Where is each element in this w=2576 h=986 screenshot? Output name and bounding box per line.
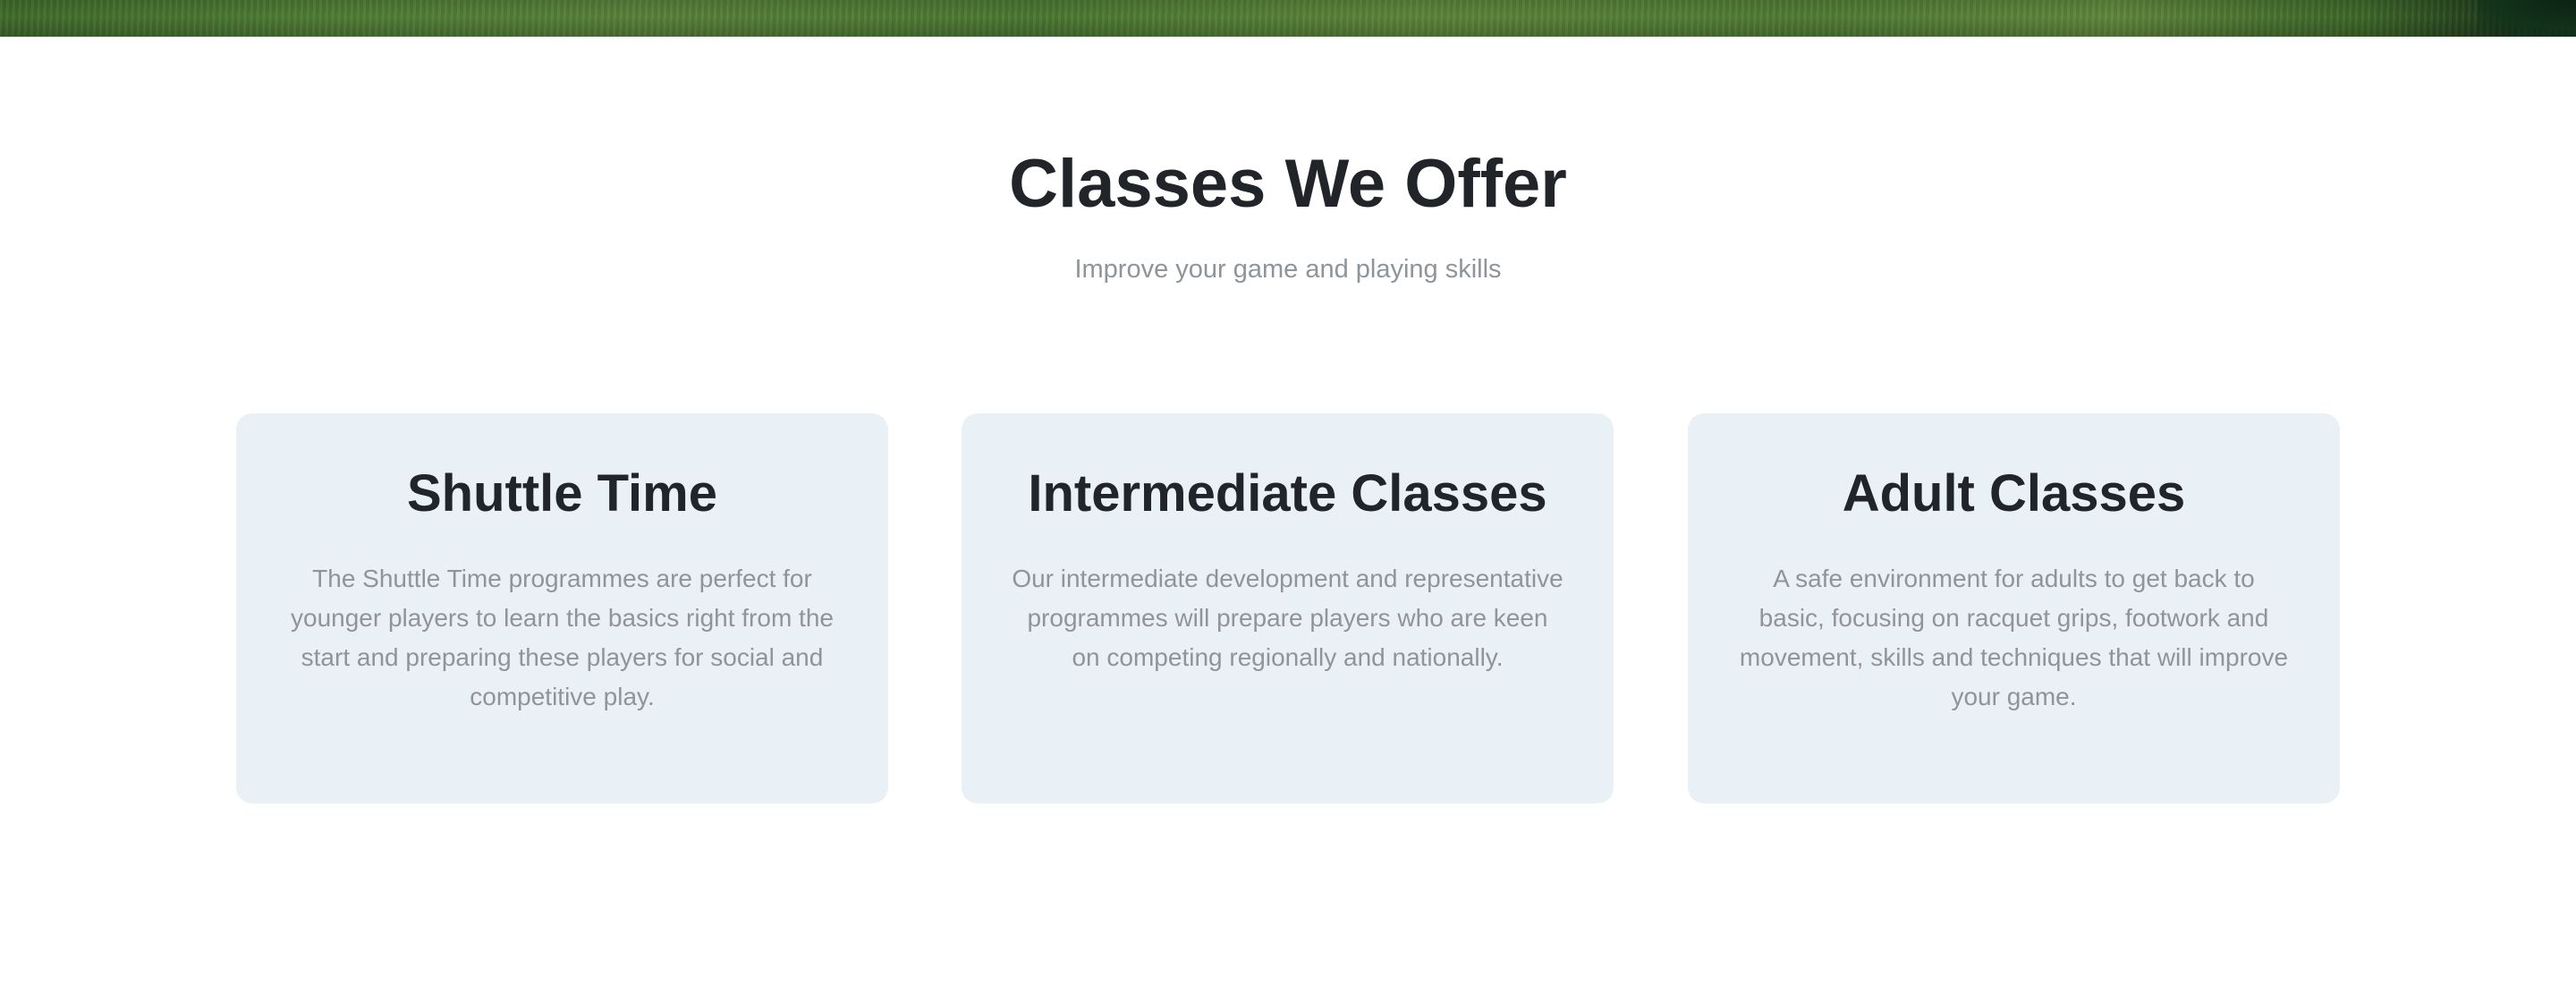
hero-image-strip <box>0 0 2576 37</box>
card-title: Shuttle Time <box>407 464 717 523</box>
class-card-shuttle-time: Shuttle Time The Shuttle Time programmes… <box>236 413 888 803</box>
class-card-intermediate: Intermediate Classes Our intermediate de… <box>962 413 1614 803</box>
card-title: Intermediate Classes <box>1028 464 1547 523</box>
card-description: A safe environment for adults to get bac… <box>1739 565 2289 710</box>
card-description: The Shuttle Time programmes are perfect … <box>291 565 834 710</box>
hero-image-shadow <box>2478 0 2576 37</box>
classes-section: Classes We Offer Improve your game and p… <box>0 37 2576 986</box>
section-subtitle: Improve your game and playing skills <box>1074 255 1502 284</box>
card-title: Adult Classes <box>1842 464 2186 523</box>
class-card-adult: Adult Classes A safe environment for adu… <box>1688 413 2340 803</box>
section-title: Classes We Offer <box>1009 146 1567 222</box>
card-description: Our intermediate development and represe… <box>1012 565 1563 671</box>
